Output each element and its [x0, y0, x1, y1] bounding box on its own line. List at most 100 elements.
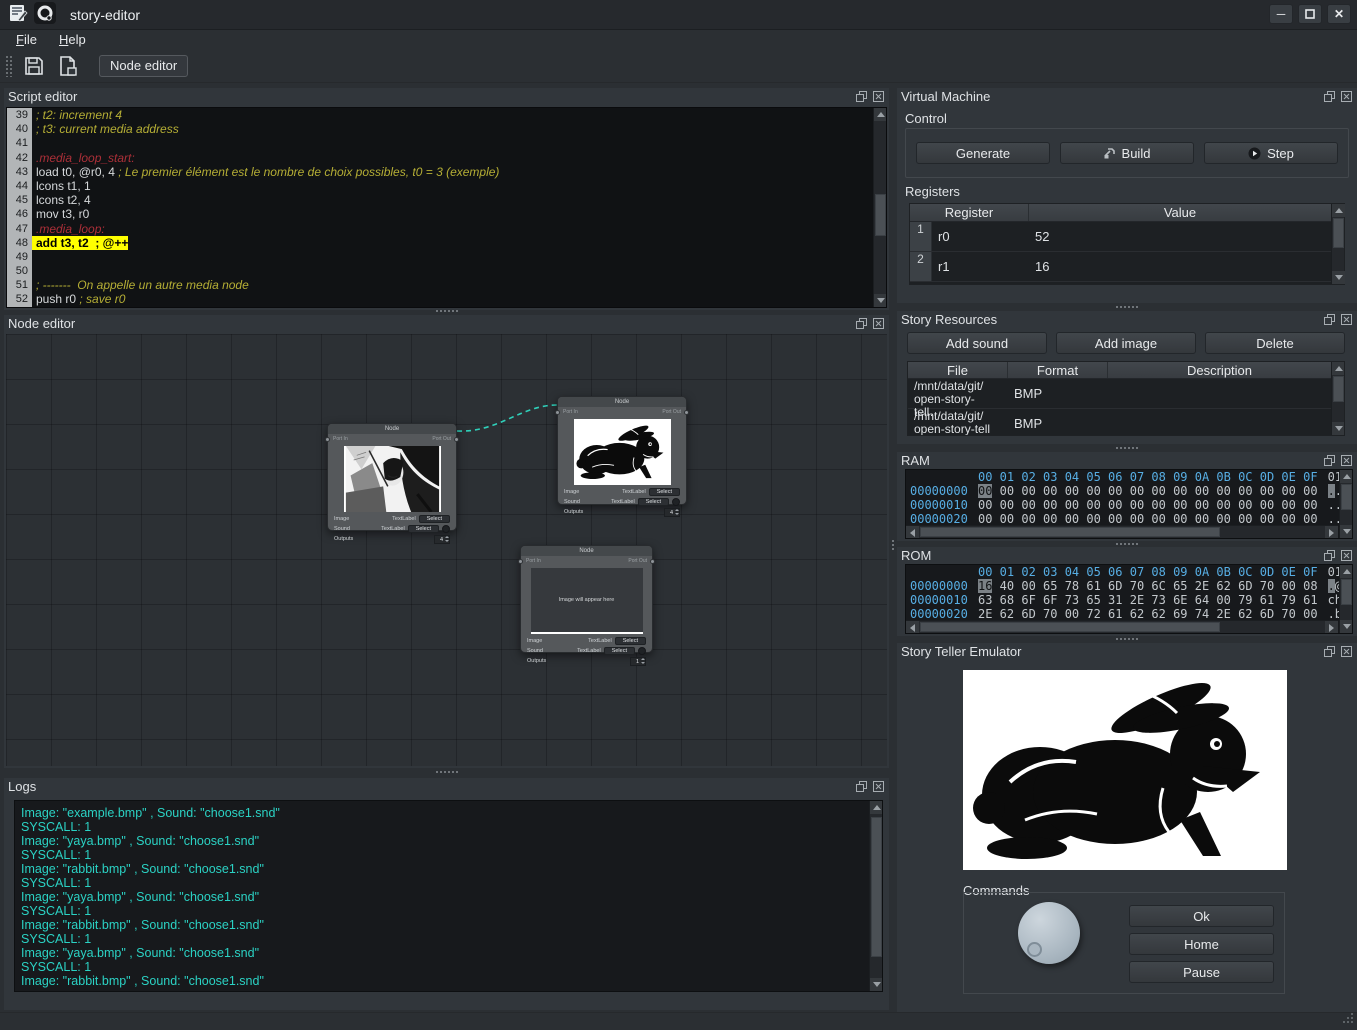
- port-in-dot[interactable]: [518, 559, 523, 564]
- select-sound-button[interactable]: Select: [408, 525, 439, 533]
- step-button[interactable]: Step: [1204, 142, 1338, 164]
- float-icon[interactable]: [1323, 454, 1336, 467]
- column-splitter-handle[interactable]: [890, 530, 896, 560]
- scroll-down-icon[interactable]: [870, 978, 883, 991]
- resize-grip[interactable]: [1341, 1011, 1354, 1027]
- scroll-down-icon[interactable]: [1340, 525, 1353, 538]
- select-image-button[interactable]: Select: [419, 515, 450, 523]
- script-vertical-scrollbar[interactable]: [873, 108, 886, 307]
- scroll-down-icon[interactable]: [1332, 422, 1345, 435]
- menu-file[interactable]: File: [12, 32, 41, 47]
- log-view[interactable]: Image: "example.bmp" , Sound: "choose1.s…: [14, 800, 883, 992]
- script-code-editor[interactable]: 39; t2: increment 4 40; t3: current medi…: [6, 107, 887, 308]
- splitter-handle[interactable]: [897, 445, 1357, 451]
- rom-hex-view[interactable]: 00 01 02 03 04 05 06 07 08 09 0A 0B 0C 0…: [905, 564, 1353, 634]
- float-icon[interactable]: [1323, 313, 1336, 326]
- scroll-thumb[interactable]: [1333, 218, 1344, 248]
- media-node-3[interactable]: Node Port In Port Out Image will appear …: [520, 545, 653, 653]
- add-image-button[interactable]: Add image: [1056, 332, 1196, 354]
- close-icon[interactable]: [872, 780, 885, 793]
- scroll-up-icon[interactable]: [1340, 470, 1353, 483]
- scroll-right-icon[interactable]: [1325, 526, 1338, 539]
- float-icon[interactable]: [855, 90, 868, 103]
- outputs-stepper[interactable]: 4: [434, 535, 450, 544]
- select-image-button[interactable]: Select: [649, 488, 680, 496]
- select-image-button[interactable]: Select: [615, 637, 646, 645]
- outputs-stepper[interactable]: 1: [630, 657, 646, 666]
- save-icon[interactable]: [21, 53, 47, 79]
- ram-hex-view[interactable]: 00 01 02 03 04 05 06 07 08 09 0A 0B 0C 0…: [905, 469, 1353, 539]
- value-column-header[interactable]: Value: [1029, 204, 1332, 221]
- scroll-up-icon[interactable]: [1340, 565, 1353, 578]
- splitter-handle[interactable]: [897, 636, 1357, 642]
- rom-vertical-scrollbar[interactable]: [1339, 565, 1352, 633]
- register-row[interactable]: 2 r1 16: [910, 252, 1344, 282]
- port-out-dot[interactable]: [454, 437, 459, 442]
- media-node-1[interactable]: Node Port In Port Out ImageTextLabelSele…: [327, 423, 457, 531]
- close-icon[interactable]: [1340, 313, 1353, 326]
- select-sound-button[interactable]: Select: [638, 498, 669, 506]
- scroll-left-icon[interactable]: [906, 526, 919, 539]
- media-node-2[interactable]: Node Port In Port Out ImageTextLabelSele…: [557, 396, 687, 505]
- scroll-thumb[interactable]: [1341, 579, 1352, 605]
- new-file-icon[interactable]: [55, 53, 81, 79]
- resource-row[interactable]: /mnt/data/git/open-story-tell BMP: [908, 409, 1344, 436]
- scroll-up-icon[interactable]: [874, 108, 887, 121]
- rom-horizontal-scrollbar[interactable]: [906, 620, 1338, 633]
- scroll-thumb[interactable]: [1333, 376, 1344, 402]
- delete-button[interactable]: Delete: [1205, 332, 1345, 354]
- maximize-button[interactable]: [1298, 4, 1322, 24]
- toolbar-drag-handle[interactable]: [5, 55, 13, 77]
- selected-byte[interactable]: 16: [978, 579, 992, 593]
- ram-horizontal-scrollbar[interactable]: [906, 525, 1338, 538]
- port-in-dot[interactable]: [325, 437, 330, 442]
- scroll-down-icon[interactable]: [874, 294, 887, 307]
- float-icon[interactable]: [1323, 90, 1336, 103]
- close-icon[interactable]: [1340, 454, 1353, 467]
- port-in-dot[interactable]: [555, 410, 560, 415]
- play-sound-icon[interactable]: [638, 647, 646, 655]
- scroll-thumb[interactable]: [920, 527, 1220, 537]
- splitter-handle[interactable]: [897, 304, 1357, 310]
- float-icon[interactable]: [1323, 645, 1336, 658]
- scroll-thumb[interactable]: [871, 817, 882, 957]
- resource-row[interactable]: /mnt/data/git/open-story-tell… BMP: [908, 379, 1344, 409]
- build-button[interactable]: Build: [1060, 142, 1194, 164]
- minimize-button[interactable]: ─: [1269, 4, 1293, 24]
- add-sound-button[interactable]: Add sound: [907, 332, 1047, 354]
- pause-button[interactable]: Pause: [1129, 961, 1274, 983]
- float-icon[interactable]: [855, 780, 868, 793]
- selected-byte[interactable]: 00: [978, 484, 992, 498]
- generate-button[interactable]: Generate: [916, 142, 1050, 164]
- close-button[interactable]: ✕: [1327, 4, 1351, 24]
- close-icon[interactable]: [1340, 90, 1353, 103]
- ok-button[interactable]: Ok: [1129, 905, 1274, 927]
- menu-help[interactable]: Help: [55, 32, 90, 47]
- registers-scrollbar[interactable]: [1331, 204, 1344, 284]
- outputs-stepper[interactable]: 4: [664, 508, 680, 517]
- selection-knob[interactable]: [1018, 902, 1080, 964]
- play-sound-icon[interactable]: [672, 498, 680, 506]
- scroll-up-icon[interactable]: [870, 801, 883, 814]
- ram-vertical-scrollbar[interactable]: [1339, 470, 1352, 538]
- format-column-header[interactable]: Format: [1008, 362, 1108, 378]
- node-editor-toolbar-button[interactable]: Node editor: [99, 55, 188, 77]
- close-icon[interactable]: [872, 317, 885, 330]
- close-icon[interactable]: [872, 90, 885, 103]
- node-canvas[interactable]: Node Port In Port Out ImageTextLabelSele…: [6, 334, 887, 766]
- scroll-down-icon[interactable]: [1340, 620, 1353, 633]
- scroll-thumb[interactable]: [875, 194, 886, 236]
- scroll-left-icon[interactable]: [906, 621, 919, 634]
- select-sound-button[interactable]: Select: [604, 647, 635, 655]
- file-column-header[interactable]: File: [908, 362, 1008, 378]
- scroll-thumb[interactable]: [1341, 484, 1352, 510]
- splitter-handle[interactable]: [4, 308, 889, 314]
- scroll-thumb[interactable]: [920, 622, 1220, 632]
- scroll-up-icon[interactable]: [1332, 362, 1345, 375]
- scroll-up-icon[interactable]: [1332, 204, 1345, 217]
- play-sound-icon[interactable]: [442, 525, 450, 533]
- description-column-header[interactable]: Description: [1108, 362, 1332, 378]
- port-out-dot[interactable]: [650, 559, 655, 564]
- close-icon[interactable]: [1340, 549, 1353, 562]
- float-icon[interactable]: [1323, 549, 1336, 562]
